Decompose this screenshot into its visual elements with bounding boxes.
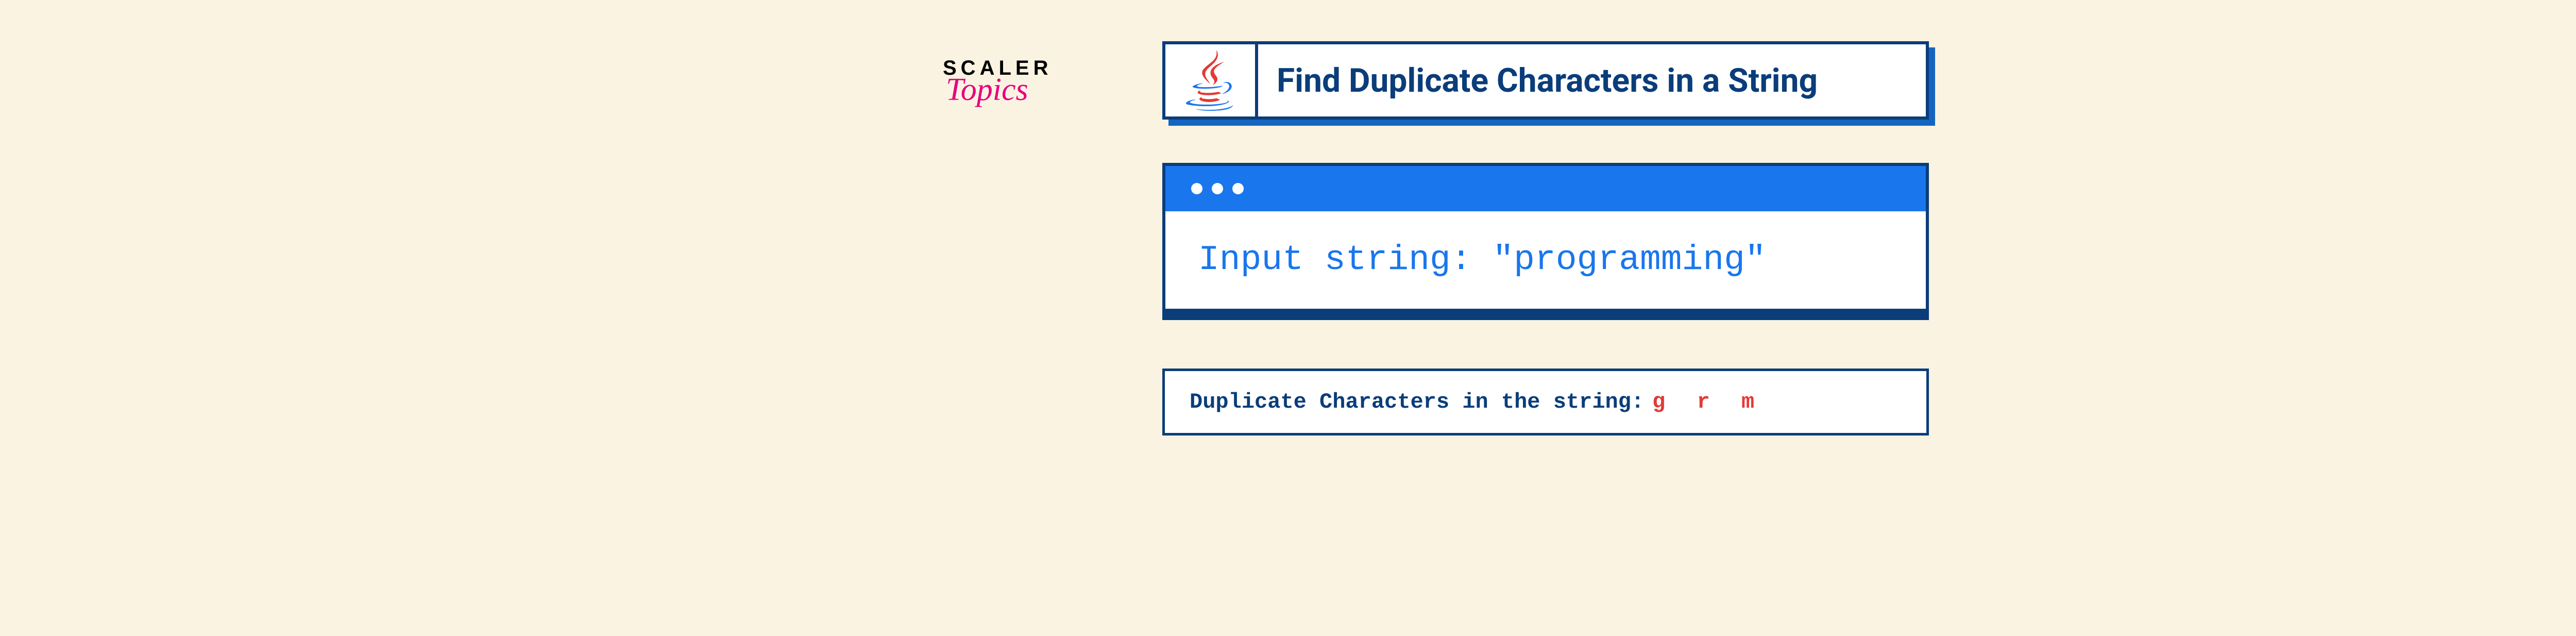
- output-label: Duplicate Characters in the string:: [1190, 390, 1644, 414]
- duplicate-characters: g r m: [1652, 390, 1764, 414]
- content-wrapper: Find Duplicate Characters in a String In…: [1162, 41, 1929, 436]
- window-dot-icon: [1212, 183, 1223, 194]
- page-title: Find Duplicate Characters in a String: [1258, 61, 1818, 100]
- window-dot-icon: [1191, 183, 1202, 194]
- window-dots-header: [1165, 166, 1926, 211]
- input-value: "programming": [1493, 240, 1766, 280]
- scaler-topics-logo: SCALER Topics: [943, 57, 1097, 108]
- input-box: Input string: "programming": [1162, 163, 1929, 312]
- input-label: Input string:: [1198, 240, 1472, 280]
- output-box: Duplicate Characters in the string: g r …: [1162, 369, 1929, 436]
- java-icon: [1179, 49, 1241, 111]
- window-dot-icon: [1232, 183, 1244, 194]
- title-bar: Find Duplicate Characters in a String: [1162, 41, 1929, 120]
- input-text: Input string: "programming": [1165, 211, 1926, 309]
- title-icon-box: [1165, 44, 1258, 116]
- logo-text-topics: Topics: [946, 72, 1097, 108]
